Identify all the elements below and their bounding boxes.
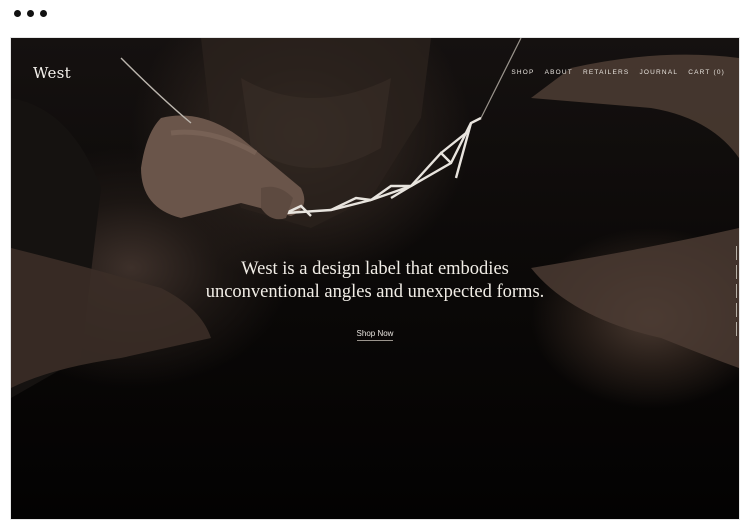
nav-item-shop[interactable]: SHOP xyxy=(511,69,534,76)
scroll-tick-icon xyxy=(736,246,737,260)
scroll-tick-icon xyxy=(736,303,737,317)
scroll-tick-icon xyxy=(736,322,737,336)
hero-headline: West is a design label that embodies unc… xyxy=(11,258,739,304)
window-dot-icon[interactable] xyxy=(14,10,21,17)
shop-now-button[interactable]: Shop Now xyxy=(356,329,394,341)
window-dot-icon[interactable] xyxy=(40,10,47,17)
shop-now-container: Shop Now xyxy=(11,321,739,341)
nav-item-about[interactable]: ABOUT xyxy=(545,69,573,76)
window-controls xyxy=(14,10,47,17)
scroll-indicator xyxy=(736,246,737,336)
hero-headline-line: unconventional angles and unexpected for… xyxy=(205,282,545,302)
website-page: West SHOP ABOUT RETAILERS JOURNAL CART (… xyxy=(11,38,739,519)
scroll-tick-icon xyxy=(736,265,737,279)
browser-window: West SHOP ABOUT RETAILERS JOURNAL CART (… xyxy=(0,0,750,530)
hero-headline-line: West is a design label that embodies xyxy=(241,259,509,279)
site-logo[interactable]: West xyxy=(33,64,71,82)
window-dot-icon[interactable] xyxy=(27,10,34,17)
nav-item-cart[interactable]: CART (0) xyxy=(688,69,725,76)
main-nav: SHOP ABOUT RETAILERS JOURNAL CART (0) xyxy=(511,69,725,76)
scroll-tick-icon xyxy=(736,284,737,298)
nav-item-retailers[interactable]: RETAILERS xyxy=(583,69,629,76)
nav-item-journal[interactable]: JOURNAL xyxy=(639,69,678,76)
